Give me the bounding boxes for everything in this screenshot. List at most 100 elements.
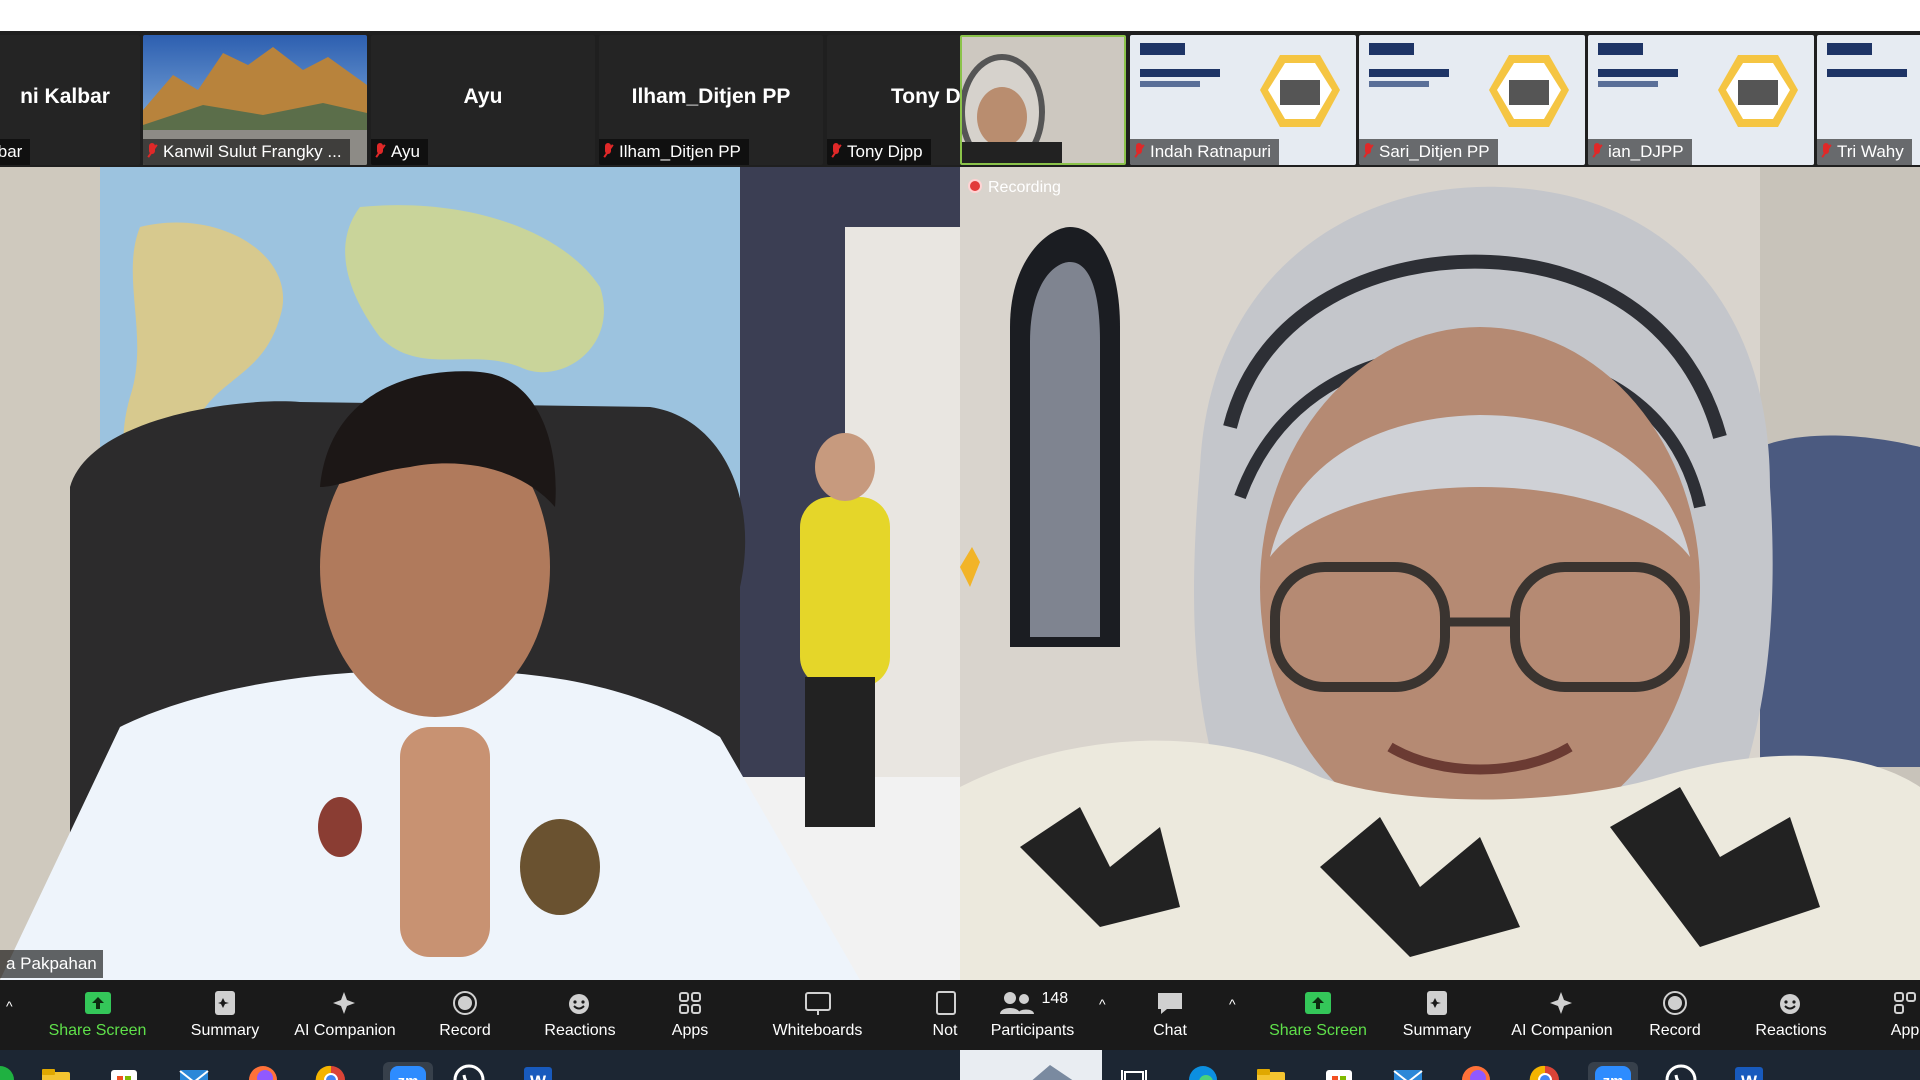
svg-text:zm: zm xyxy=(398,1073,419,1080)
participant-label: Tri Wahy xyxy=(1817,139,1912,165)
chevron-up-icon[interactable]: ^ xyxy=(1229,996,1236,1012)
participant-name: Ilham_Ditjen PP xyxy=(631,85,791,108)
participants-icon: 148 xyxy=(998,990,1068,1016)
summary-button[interactable]: Summary xyxy=(175,980,275,1050)
participant-tile[interactable]: Ayu Ayu xyxy=(371,35,595,165)
share-screen-button[interactable]: Share Screen xyxy=(40,980,155,1050)
mic-muted-icon xyxy=(1821,143,1831,159)
task-view-icon[interactable] xyxy=(1116,1062,1152,1080)
zoom-icon[interactable]: zm xyxy=(1588,1062,1638,1080)
reactions-icon xyxy=(565,990,595,1016)
speaker-video-image xyxy=(960,167,1920,980)
participant-label: Tony Djpp xyxy=(827,139,931,165)
participant-tile[interactable]: ian_DJPP xyxy=(1588,35,1814,165)
gallery-strip-left: ni Kalbar lbar Kanwil Sulut Frangky ... … xyxy=(0,31,960,167)
meeting-toolbar-left: ^ Share Screen Summary AI Companion Reco… xyxy=(0,980,960,1050)
reactions-icon xyxy=(1776,990,1806,1016)
svg-text:W: W xyxy=(530,1072,547,1080)
microsoft-store-icon[interactable] xyxy=(1321,1062,1357,1080)
participant-tile[interactable]: Tony D Tony Djpp xyxy=(827,35,960,165)
participant-tile[interactable] xyxy=(960,35,1126,165)
participant-tile[interactable]: Kanwil Sulut Frangky ... xyxy=(143,35,367,165)
participant-tile[interactable]: ni Kalbar lbar xyxy=(0,35,140,165)
summary-icon xyxy=(210,990,240,1016)
mail-icon[interactable] xyxy=(1390,1062,1426,1080)
mic-muted-icon xyxy=(1134,143,1144,159)
firefox-icon[interactable] xyxy=(245,1062,281,1080)
app-icon[interactable] xyxy=(0,1062,18,1080)
reactions-button[interactable]: Reactions xyxy=(1741,980,1841,1050)
file-explorer-icon[interactable] xyxy=(38,1062,74,1080)
word-icon[interactable]: W xyxy=(520,1062,556,1080)
share-screen-button[interactable]: Share Screen xyxy=(1258,980,1378,1050)
record-button[interactable]: Record xyxy=(1640,980,1710,1050)
participants-count: 148 xyxy=(1041,990,1069,1007)
meeting-toolbar-right: 148 Participants ^ Chat ^ Share Screen S… xyxy=(960,980,1920,1050)
speaker-video xyxy=(0,167,960,980)
participant-tile[interactable]: Ilham_Ditjen PP Ilham_Ditjen PP xyxy=(599,35,823,165)
summary-icon xyxy=(1422,990,1452,1016)
summary-button[interactable]: Summary xyxy=(1397,980,1477,1050)
recording-dot-icon xyxy=(968,179,982,193)
word-icon[interactable]: W xyxy=(1731,1062,1767,1080)
participant-label: Kanwil Sulut Frangky ... xyxy=(143,139,350,165)
chevron-up-icon[interactable]: ^ xyxy=(6,998,13,1014)
zoom-icon[interactable]: zm xyxy=(383,1062,433,1080)
reactions-button[interactable]: Reactions xyxy=(530,980,630,1050)
chat-button[interactable]: Chat xyxy=(1130,980,1210,1050)
file-explorer-icon[interactable] xyxy=(1253,1062,1289,1080)
speaker-video xyxy=(960,167,1920,980)
apps-button[interactable]: Apps xyxy=(650,980,730,1050)
sparkle-icon xyxy=(1547,990,1577,1016)
apps-icon xyxy=(1890,990,1920,1016)
windows-taskbar-right: zm W xyxy=(960,1050,1920,1080)
right-zoom-window: Indah Ratnapuri Sari_Ditjen PP ian_DJPP … xyxy=(960,31,1920,1080)
speaker-video-image xyxy=(0,167,960,980)
participant-label: ian_DJPP xyxy=(1588,139,1692,165)
apps-button[interactable]: App xyxy=(1875,980,1920,1050)
chrome-icon[interactable] xyxy=(313,1062,349,1080)
participant-tile[interactable]: Tri Wahy xyxy=(1817,35,1920,165)
mic-muted-icon xyxy=(603,143,613,159)
whatsapp-icon[interactable] xyxy=(1663,1062,1699,1080)
participants-button[interactable]: 148 Participants xyxy=(980,980,1085,1050)
whatsapp-icon[interactable] xyxy=(451,1062,487,1080)
whiteboard-icon xyxy=(803,990,833,1016)
participant-tile[interactable]: Indah Ratnapuri xyxy=(1130,35,1356,165)
whiteboards-button[interactable]: Whiteboards xyxy=(760,980,875,1050)
mic-muted-icon xyxy=(1592,143,1602,159)
mic-muted-icon xyxy=(831,143,841,159)
chat-icon xyxy=(1155,990,1185,1016)
participant-label: lbar xyxy=(0,139,31,165)
participant-tile[interactable]: Sari_Ditjen PP xyxy=(1359,35,1585,165)
sparkle-icon xyxy=(330,990,360,1016)
gallery-strip-right: Indah Ratnapuri Sari_Ditjen PP ian_DJPP … xyxy=(960,31,1920,167)
chevron-up-icon[interactable]: ^ xyxy=(1099,996,1106,1012)
participant-label: Indah Ratnapuri xyxy=(1130,139,1279,165)
mic-muted-icon xyxy=(147,143,157,159)
windows-taskbar-left: zm W xyxy=(0,1050,960,1080)
microsoft-store-icon[interactable] xyxy=(106,1062,142,1080)
ai-companion-button[interactable]: AI Companion xyxy=(285,980,405,1050)
participant-label: Ilham_Ditjen PP xyxy=(599,139,749,165)
weather-widget[interactable] xyxy=(960,1050,1102,1080)
firefox-icon[interactable] xyxy=(1458,1062,1494,1080)
edge-icon[interactable] xyxy=(1185,1062,1221,1080)
recording-indicator: Recording xyxy=(968,179,1061,197)
apps-icon xyxy=(675,990,705,1016)
mic-muted-icon xyxy=(1363,143,1373,159)
participant-name: Tony D xyxy=(891,85,960,108)
svg-text:zm: zm xyxy=(1603,1073,1624,1080)
chrome-icon[interactable] xyxy=(1527,1062,1563,1080)
mic-muted-icon xyxy=(375,143,385,159)
participant-label: Ayu xyxy=(371,139,428,165)
record-button[interactable]: Record xyxy=(425,980,505,1050)
record-icon xyxy=(450,990,480,1016)
notes-button[interactable]: Not xyxy=(915,980,960,1050)
mail-icon[interactable] xyxy=(176,1062,212,1080)
ai-companion-button[interactable]: AI Companion xyxy=(1502,980,1622,1050)
participant-thumbnail xyxy=(962,37,1124,163)
left-zoom-window: ni Kalbar lbar Kanwil Sulut Frangky ... … xyxy=(0,31,960,1080)
notes-icon xyxy=(930,990,960,1016)
participant-name: Ayu xyxy=(463,85,503,108)
